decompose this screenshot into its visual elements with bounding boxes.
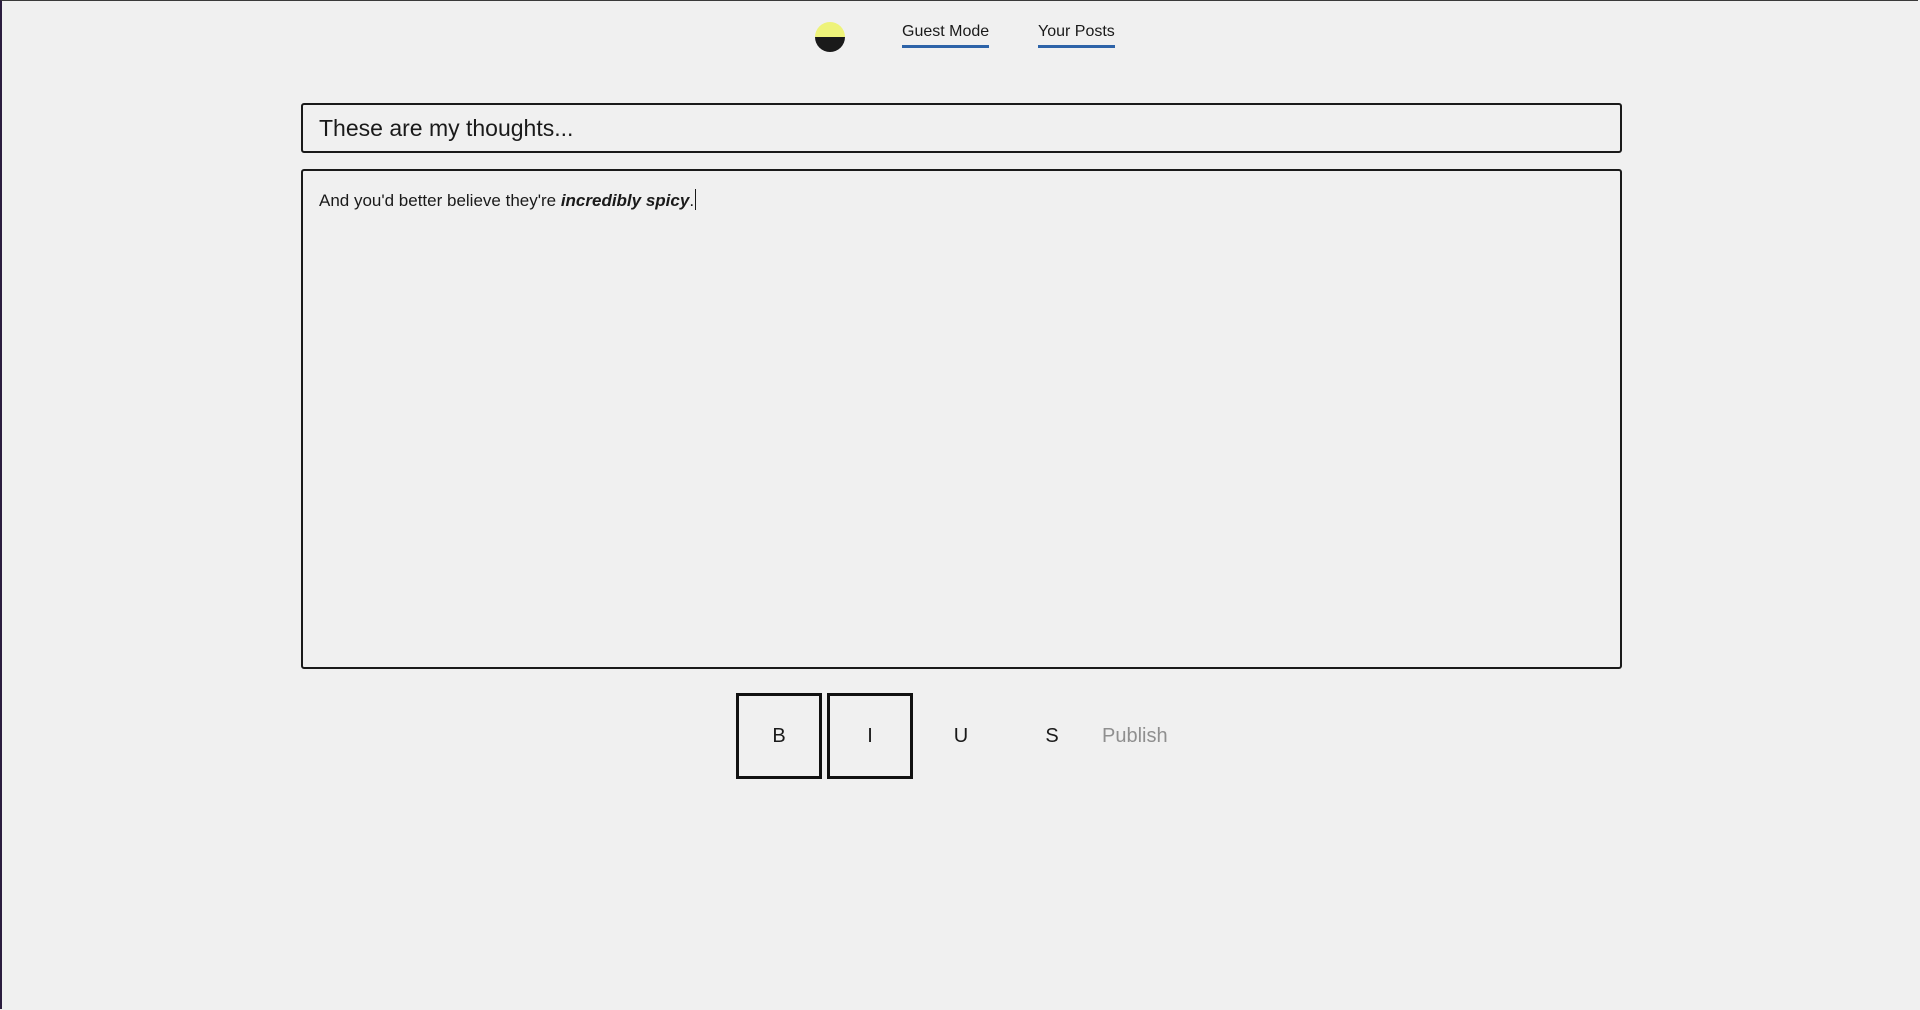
nav-link-guest-mode[interactable]: Guest Mode: [902, 23, 990, 48]
formatting-toolbar: B I U S Publish: [736, 693, 1168, 779]
toggle-light-half: [815, 22, 845, 37]
post-title-input[interactable]: [301, 103, 1622, 153]
toggle-dark-half: [815, 37, 845, 52]
bold-button[interactable]: B: [736, 693, 822, 779]
top-nav: Guest Mode Your Posts: [0, 20, 1920, 54]
text-caret: [695, 189, 697, 210]
body-text-bold-italic: incredibly spicy: [560, 191, 690, 210]
strikethrough-button[interactable]: S: [1009, 693, 1095, 779]
italic-button[interactable]: I: [827, 693, 913, 779]
nav-link-your-posts[interactable]: Your Posts: [1038, 23, 1115, 48]
body-text-end: .: [689, 191, 695, 210]
theme-toggle-icon[interactable]: [815, 22, 845, 52]
underline-button[interactable]: U: [918, 693, 1004, 779]
body-text: And you'd better believe they're: [319, 191, 561, 210]
post-body-editor[interactable]: And you'd better believe they're incredi…: [301, 169, 1622, 669]
publish-button[interactable]: Publish: [1102, 725, 1168, 748]
